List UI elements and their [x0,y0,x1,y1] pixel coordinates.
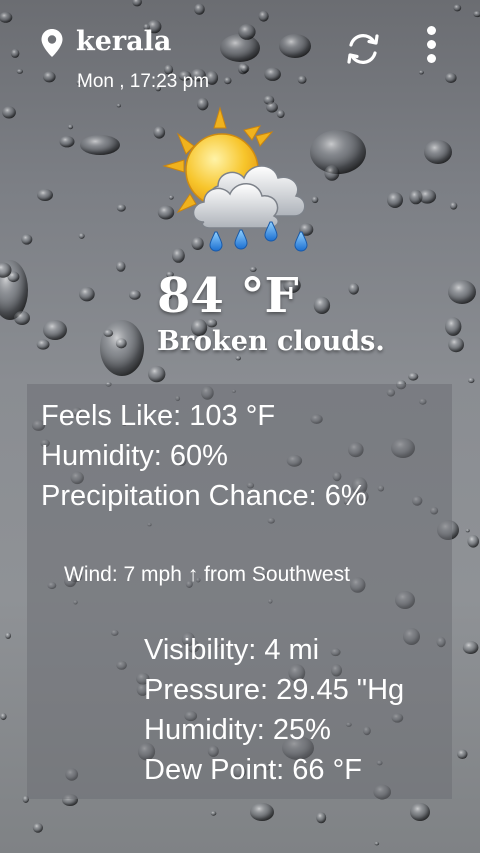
raindrop [10,48,20,58]
raindrop [465,528,470,533]
raindrop [445,72,457,83]
date-time: Mon , 17:23 pm [77,71,210,92]
raindrop [473,10,480,18]
pressure: Pressure: 29.45 "Hg [144,674,405,706]
feels-like: Feels Like: 103 °F [41,400,276,432]
raindrop [14,311,30,325]
raindrop [237,63,249,75]
refresh-icon[interactable] [344,30,382,68]
raindrop [116,261,126,272]
raindrop [313,296,331,314]
raindrop [32,822,44,833]
raindrop [238,24,256,40]
raindrop [408,372,419,381]
humidity-secondary: Humidity: 25% [144,714,331,746]
raindrop [264,67,281,81]
raindrop [116,204,126,212]
raindrop [132,0,142,7]
raindrop [418,70,424,75]
raindrop [258,10,269,22]
raindrop [279,34,311,58]
raindrop [78,233,85,239]
raindrop [445,317,462,336]
raindrop [449,202,458,210]
weather-condition: Broken clouds. [157,326,385,357]
raindrop [2,106,16,119]
raindrop [210,811,217,816]
sun-clouds-rain-icon [162,106,308,252]
raindrop [5,632,11,639]
visibility: Visibility: 4 mi [144,634,320,666]
raindrop [324,165,340,181]
raindrop [410,803,430,821]
raindrop [223,77,232,85]
raindrop [80,135,120,155]
raindrop [462,641,479,654]
raindrop [448,280,476,304]
raindrop [453,4,462,12]
raindrop [448,337,464,353]
precipitation-chance: Precipitation Chance: 6% [41,480,367,512]
raindrop [220,34,260,62]
raindrop [0,712,7,721]
raindrop [250,803,274,821]
raindrop [148,365,166,383]
raindrop [418,189,437,204]
raindrop [21,234,33,245]
raindrop [115,338,127,349]
raindrop [16,69,23,74]
location-name: kerala [76,26,172,57]
raindrop [59,136,75,148]
raindrop [316,812,327,824]
current-temperature: 84 °F [157,268,299,324]
raindrop [0,12,13,23]
dew-point: Dew Point: 66 °F [144,754,362,786]
raindrop [100,320,144,376]
raindrop [103,329,114,337]
raindrop [387,192,403,208]
raindrop [457,749,468,759]
raindrop [194,3,205,15]
humidity: Humidity: 60% [41,440,228,472]
raindrop [424,140,452,164]
raindrop [116,103,121,108]
raindrop [43,71,56,83]
raindrop [0,260,28,320]
raindrop [240,64,250,73]
raindrop [467,535,480,548]
location-pin-icon [41,29,63,57]
raindrop [67,124,74,130]
raindrop [36,339,50,350]
raindrop [468,377,475,384]
raindrop [0,262,12,278]
raindrop [348,283,359,295]
raindrop [129,290,141,300]
raindrop [374,841,380,846]
raindrop [43,320,67,340]
wind: Wind: 7 mph ↑ from Southwest [64,563,350,586]
more-vert-icon[interactable] [419,26,443,70]
raindrop [79,287,95,302]
raindrop [297,75,307,84]
raindrop [37,189,53,201]
raindrop [409,189,423,205]
raindrop [7,271,20,283]
